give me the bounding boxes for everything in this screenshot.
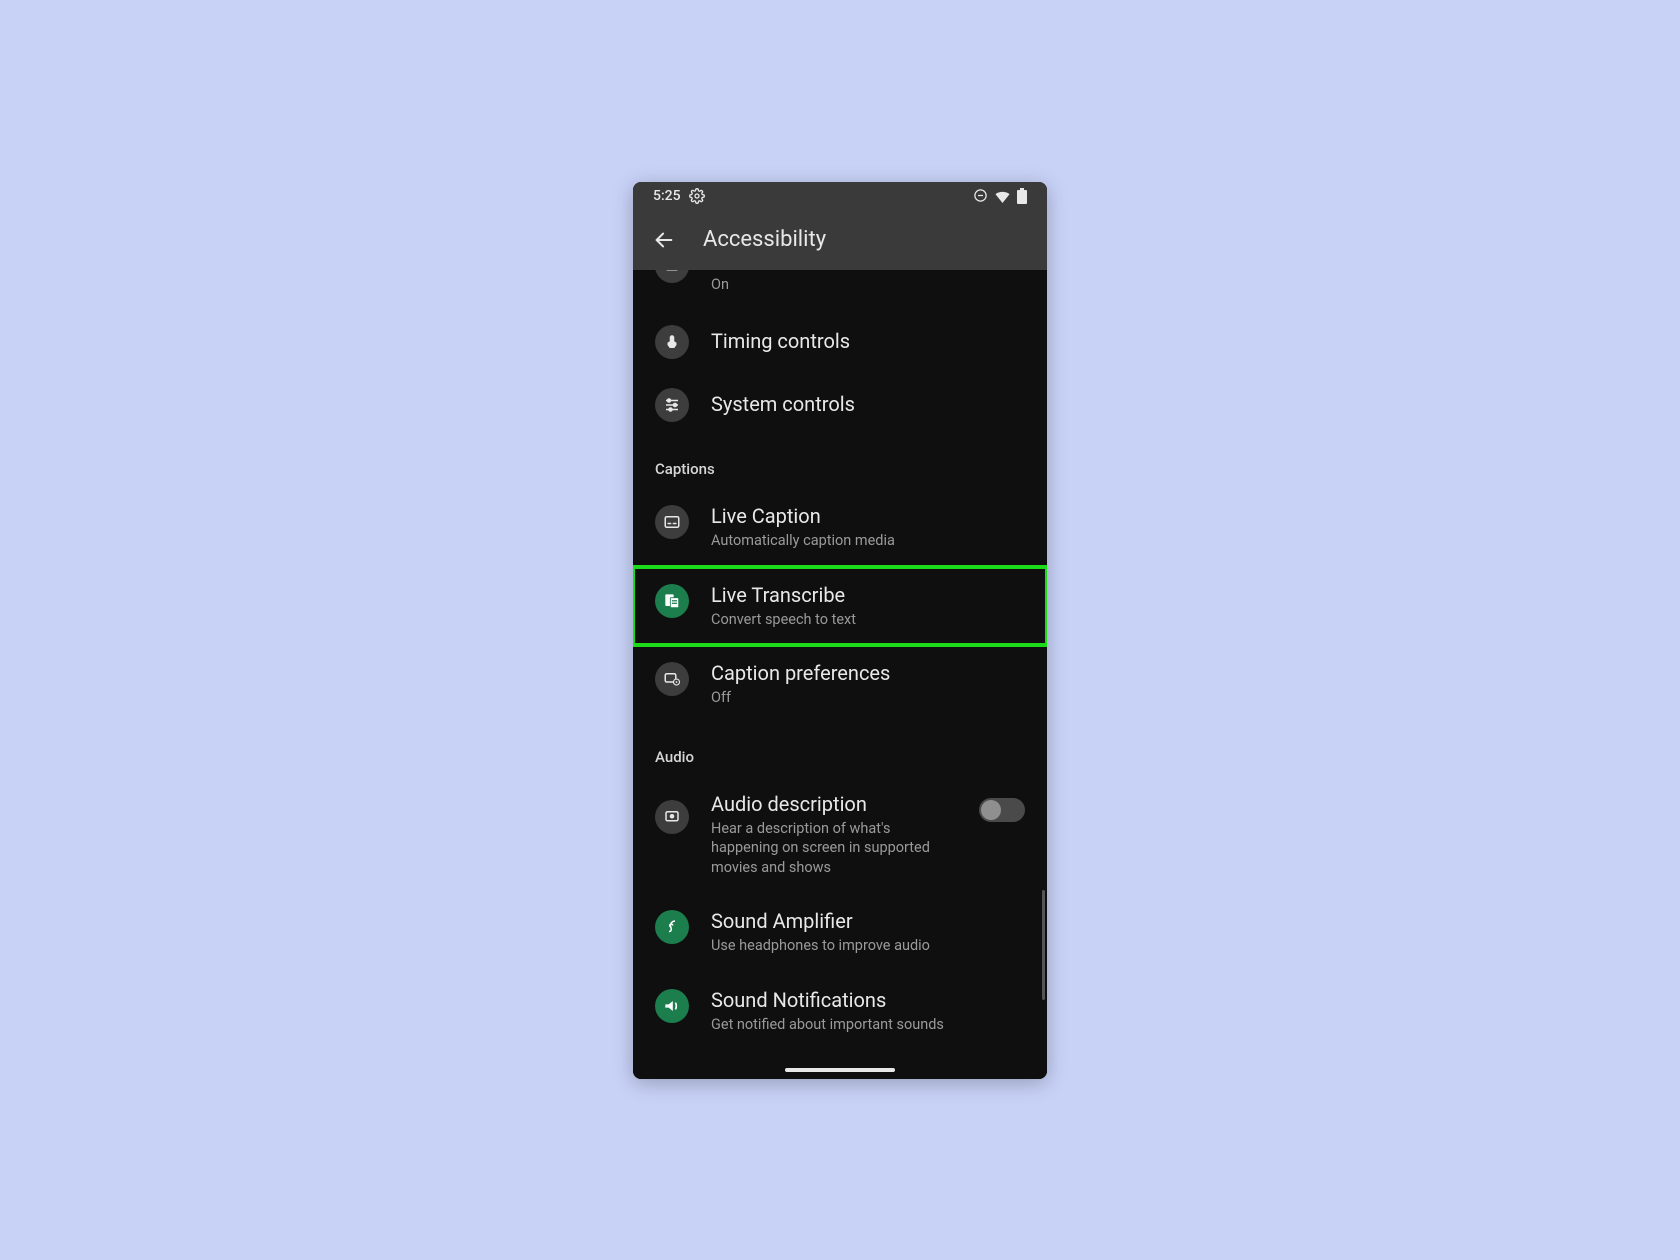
touch-icon	[655, 325, 689, 359]
tune-icon	[655, 388, 689, 422]
status-time: 5:25	[653, 188, 681, 204]
setting-sub: Automatically caption media	[711, 531, 1025, 551]
battery-icon	[1017, 188, 1027, 204]
status-bar: 5:25	[633, 182, 1047, 210]
content-area[interactable]: . On Timing controls System controls	[633, 270, 1047, 1079]
dnd-icon	[973, 188, 988, 203]
app-bar: Accessibility	[633, 210, 1047, 270]
setting-sub: Off	[711, 688, 1025, 708]
setting-title: Caption preferences	[711, 661, 1025, 686]
setting-sub: Use headphones to improve audio	[711, 936, 1025, 956]
page-title: Accessibility	[703, 227, 826, 252]
setting-title: Live Caption	[711, 504, 1025, 529]
setting-row-sound-amplifier[interactable]: Sound Amplifier Use headphones to improv…	[633, 893, 1047, 972]
phone-frame: 5:25 Accessibility	[633, 182, 1047, 1079]
setting-row-system-controls[interactable]: System controls	[633, 373, 1047, 436]
setting-title: Live Transcribe	[711, 583, 1025, 608]
setting-row-partial[interactable]: . On	[633, 270, 1047, 311]
gear-icon	[689, 188, 705, 204]
caption-pref-icon	[655, 662, 689, 696]
transcribe-icon	[655, 584, 689, 618]
setting-sub: Get notified about important sounds	[711, 1015, 1025, 1035]
caption-icon	[655, 505, 689, 539]
setting-title: System controls	[711, 392, 1025, 417]
setting-title: Sound Notifications	[711, 988, 1025, 1013]
setting-row-sound-notifications[interactable]: Sound Notifications Get notified about i…	[633, 972, 1047, 1051]
audio-desc-icon	[655, 800, 689, 834]
scrollbar-thumb[interactable]	[1042, 890, 1045, 1000]
setting-row-caption-preferences[interactable]: Caption preferences Off	[633, 645, 1047, 724]
setting-row-live-transcribe[interactable]: Live Transcribe Convert speech to text	[633, 567, 1047, 646]
setting-row-audio-description[interactable]: Audio description Hear a description of …	[633, 776, 1047, 894]
setting-title: Timing controls	[711, 329, 1025, 354]
setting-sub: Convert speech to text	[711, 610, 1025, 630]
section-header-captions: Captions	[633, 436, 1047, 488]
setting-title: Audio description	[711, 792, 957, 817]
gesture-bar[interactable]	[785, 1068, 895, 1072]
sound-notif-icon	[655, 989, 689, 1023]
wifi-icon	[994, 189, 1011, 203]
section-header-audio: Audio	[633, 724, 1047, 776]
setting-row-timing-controls[interactable]: Timing controls	[633, 310, 1047, 373]
setting-row-live-caption[interactable]: Live Caption Automatically caption media	[633, 488, 1047, 567]
ear-icon	[655, 910, 689, 944]
setting-sub: Hear a description of what's happening o…	[711, 819, 957, 878]
audio-description-toggle[interactable]	[979, 798, 1025, 822]
partial-icon	[655, 270, 689, 283]
setting-title: Sound Amplifier	[711, 909, 1025, 934]
setting-sub: On	[711, 275, 1025, 295]
back-icon[interactable]	[653, 229, 675, 251]
